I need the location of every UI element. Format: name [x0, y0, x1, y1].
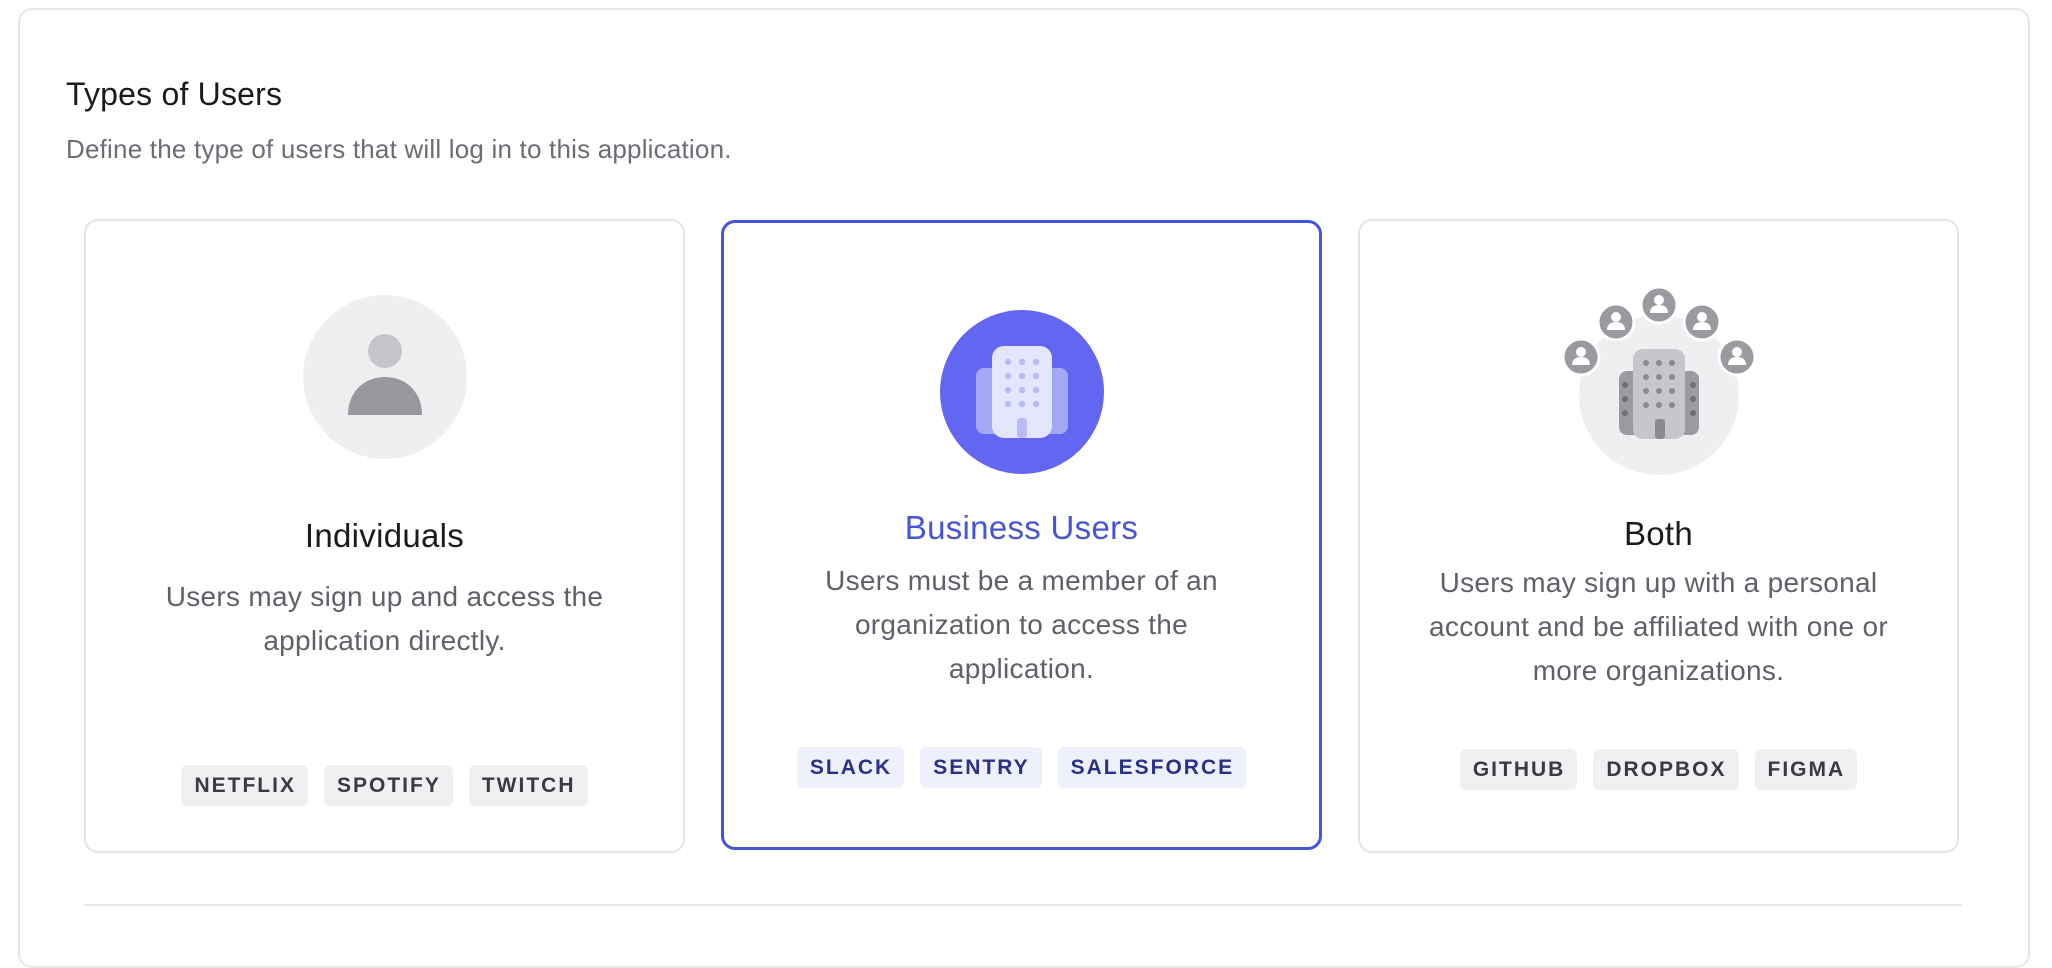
tag: DROPBOX: [1593, 749, 1739, 790]
example-tags: NETFLIX SPOTIFY TWITCH: [86, 765, 683, 806]
card-individuals[interactable]: Individuals Users may sign up and access…: [84, 219, 685, 853]
card-title: Business Users: [904, 509, 1139, 546]
card-business-users[interactable]: Business Users Users must be a member of…: [721, 220, 1322, 850]
example-tags: GITHUB DROPBOX FIGMA: [1360, 749, 1957, 790]
tag: GITHUB: [1459, 749, 1578, 790]
section-subtitle: Define the type of users that will log i…: [66, 134, 732, 164]
card-both[interactable]: Both Users may sign up with a personal a…: [1358, 219, 1959, 853]
person-icon: [302, 295, 467, 464]
card-title: Both: [1623, 515, 1694, 552]
example-tags: SLACK SENTRY SALESFORCE: [724, 747, 1319, 788]
section-title: Types of Users: [66, 76, 283, 112]
card-description: Users must be a member of an organizatio…: [825, 565, 1218, 684]
section-divider: [84, 904, 1962, 906]
tag: SENTRY: [920, 747, 1042, 788]
tag: FIGMA: [1754, 749, 1858, 790]
tag: SPOTIFY: [323, 765, 453, 806]
building-icon: [939, 310, 1104, 479]
card-description: Users may sign up and access the applica…: [165, 581, 604, 656]
card-title: Individuals: [304, 517, 465, 554]
tag: SALESFORCE: [1057, 747, 1247, 788]
card-description: Users may sign up with a personal accoun…: [1429, 567, 1888, 686]
tag: TWITCH: [468, 765, 588, 806]
tag: SLACK: [796, 747, 905, 788]
building-with-people-icon: [1561, 285, 1757, 480]
tag: NETFLIX: [181, 765, 308, 806]
